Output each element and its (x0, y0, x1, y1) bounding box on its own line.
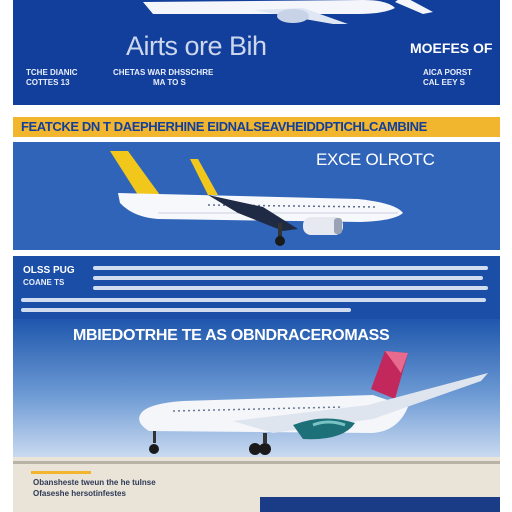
sky-panel-lower: MBIEDOTRHE TE AS OBNDRACEROMASS (13, 319, 500, 457)
info-heading: OLSS PUG (23, 265, 75, 276)
center-caption-1: CHETAS WAR DHSSCHRE (113, 68, 214, 77)
left-caption-1: TCHE DIANIC (26, 68, 78, 77)
footer-line-1: Obansheste tweun the he tulnse (33, 478, 156, 487)
yellow-headline-strip: FEATCKE DN T DAEPHERHINE EIDNALSEAVHEIDD… (13, 117, 500, 137)
airplane-icon (139, 351, 488, 455)
info-text-line (93, 286, 488, 290)
right-caption-1: AICA PORST (423, 68, 473, 77)
airplane-icon (110, 151, 403, 246)
info-text-line (93, 276, 483, 280)
poster-title: Airts ore Bih (126, 31, 267, 61)
info-text-line (93, 266, 488, 270)
footer-caption: Obansheste tweun the he tulnse Ofaseshe … (33, 477, 156, 499)
info-text-line (21, 298, 486, 302)
footer-line-2: Ofaseshe hersotinfestes (33, 489, 126, 498)
right-caption-2: CAL EEY S (423, 78, 465, 87)
sky-panel-upper: EXCE OLROTC (13, 142, 500, 250)
info-subheading: COANE TS (23, 278, 65, 287)
info-text-line (21, 308, 351, 312)
water-strip (260, 497, 500, 512)
top-banner: Airts ore Bih MOEFES OF TCHE DIANIC COTT… (13, 0, 500, 105)
footer-accent-bar (31, 471, 91, 474)
center-caption-2: MA TO S (153, 78, 186, 87)
strip-headline: FEATCKE DN T DAEPHERHINE EIDNALSEAVHEIDD… (21, 119, 427, 134)
top-airplane-icon (143, 0, 433, 24)
left-caption-2: COTTES 13 (26, 78, 70, 87)
right-title: MOEFES OF (410, 40, 493, 56)
info-text-block: OLSS PUG COANE TS (13, 256, 500, 319)
panel-heading-lower: MBIEDOTRHE TE AS OBNDRACEROMASS (73, 327, 390, 344)
runway-line (13, 461, 500, 464)
